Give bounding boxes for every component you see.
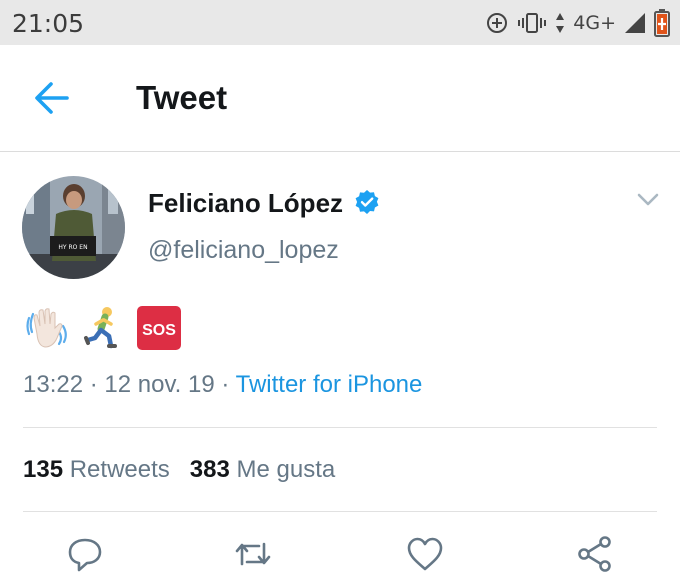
avatar-bag-text: HY RO EN bbox=[58, 244, 87, 251]
likes-count: 383 bbox=[189, 456, 230, 483]
status-icons: 4G+ bbox=[485, 8, 670, 38]
data-arrows-icon bbox=[556, 13, 565, 33]
page-title: Tweet bbox=[136, 79, 228, 116]
waving-hand-icon bbox=[26, 308, 67, 348]
status-time: 21:05 bbox=[12, 9, 85, 38]
likes-label: Me gusta bbox=[236, 456, 336, 483]
divider bbox=[23, 427, 657, 428]
tweet-meta: 13:22 · 12 nov. 19 · Twitter for iPhone bbox=[23, 371, 422, 399]
like-icon[interactable] bbox=[405, 534, 445, 574]
verified-badge-icon bbox=[355, 190, 379, 214]
retweets-stat[interactable]: 135 Retweets bbox=[23, 456, 170, 483]
tweet-stats: 135 Retweets 383 Me gusta bbox=[23, 456, 335, 484]
status-bar: 21:05 4G+ bbox=[0, 0, 680, 45]
action-bar bbox=[0, 534, 680, 574]
tweet-text: SOS bbox=[23, 304, 183, 352]
retweets-label: Retweets bbox=[69, 456, 170, 483]
reply-icon[interactable] bbox=[65, 534, 105, 574]
tweet-date: 12 nov. 19 bbox=[104, 371, 215, 398]
arrow-left-icon[interactable] bbox=[34, 81, 70, 115]
retweet-icon[interactable] bbox=[233, 534, 273, 574]
network-type: 4G+ bbox=[573, 12, 616, 34]
separator: · bbox=[89, 371, 98, 398]
running-person-icon bbox=[84, 307, 117, 349]
tweet-time: 13:22 bbox=[23, 371, 84, 398]
author-name[interactable]: Feliciano López bbox=[148, 188, 343, 219]
avatar[interactable]: HY RO EN bbox=[22, 176, 125, 279]
signal-icon bbox=[625, 13, 645, 33]
vibrate-icon bbox=[518, 13, 547, 33]
author-handle[interactable]: @feliciano_lopez bbox=[148, 236, 339, 265]
share-icon[interactable] bbox=[575, 534, 615, 574]
separator: · bbox=[221, 371, 230, 398]
likes-stat[interactable]: 383 Me gusta bbox=[190, 456, 335, 483]
battery-icon bbox=[654, 9, 670, 37]
app-bar: Tweet bbox=[0, 45, 680, 152]
chevron-down-icon[interactable] bbox=[636, 192, 660, 208]
sos-label: SOS bbox=[142, 322, 176, 339]
sync-icon bbox=[487, 13, 508, 33]
retweets-count: 135 bbox=[23, 456, 64, 483]
tweet-source-link[interactable]: Twitter for iPhone bbox=[236, 371, 423, 398]
divider bbox=[23, 511, 657, 512]
sos-icon: SOS bbox=[137, 306, 181, 350]
